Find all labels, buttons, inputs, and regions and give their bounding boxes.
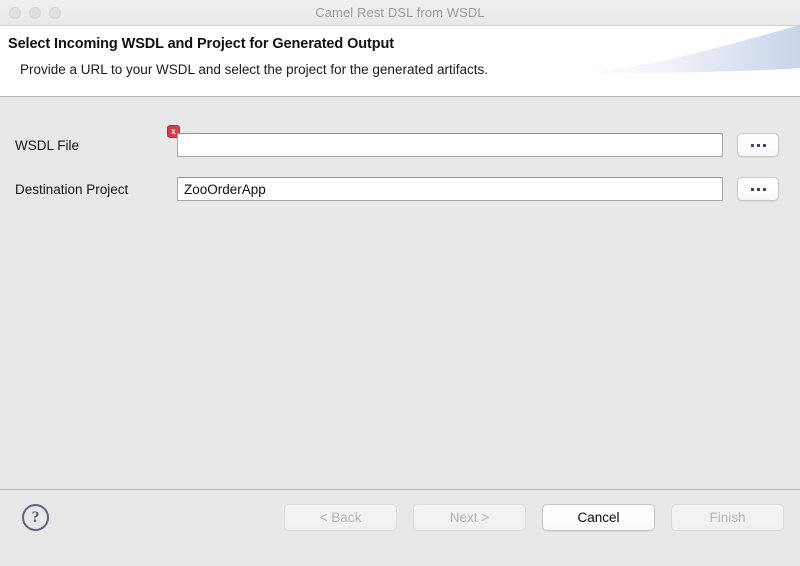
page-subtitle: Provide a URL to your WSDL and select th…: [20, 62, 488, 77]
page-title: Select Incoming WSDL and Project for Gen…: [8, 36, 394, 52]
cancel-button[interactable]: Cancel: [542, 504, 655, 531]
next-button[interactable]: Next >: [413, 504, 526, 531]
wsdl-file-input[interactable]: [177, 133, 723, 157]
window-title: Camel Rest DSL from WSDL: [315, 5, 485, 20]
window-titlebar: Camel Rest DSL from WSDL: [0, 0, 800, 26]
wsdl-file-label: WSDL File: [15, 137, 80, 153]
wsdl-file-browse-button[interactable]: [737, 133, 779, 157]
destination-project-label: Destination Project: [15, 181, 129, 197]
wizard-content: WSDL File x Destination Project: [0, 97, 800, 489]
close-button-icon[interactable]: [9, 6, 21, 19]
finish-button[interactable]: Finish: [671, 504, 784, 531]
wizard-footer: ? < Back Next > Cancel Finish: [0, 489, 800, 566]
ellipsis-dot-icon: [750, 187, 754, 191]
wizard-header: Select Incoming WSDL and Project for Gen…: [0, 26, 800, 97]
window-controls: [9, 0, 61, 25]
ellipsis-dot-icon: [762, 143, 766, 147]
wizard-dialog: Camel Rest DSL from WSDL Select Incoming…: [0, 0, 800, 566]
ellipsis-dot-icon: [756, 143, 760, 147]
wsdl-file-row: WSDL File x: [0, 125, 800, 157]
destination-project-input[interactable]: [177, 177, 723, 201]
help-icon[interactable]: ?: [22, 504, 49, 531]
ellipsis-dot-icon: [750, 143, 754, 147]
ellipsis-dot-icon: [756, 187, 760, 191]
ellipsis-dot-icon: [762, 187, 766, 191]
banner-swoosh-decoration: [570, 26, 800, 73]
destination-project-browse-button[interactable]: [737, 177, 779, 201]
wizard-button-bar: < Back Next > Cancel Finish: [284, 504, 784, 531]
destination-project-row: Destination Project: [0, 177, 800, 201]
back-button[interactable]: < Back: [284, 504, 397, 531]
zoom-button-icon[interactable]: [49, 6, 61, 19]
minimize-button-icon[interactable]: [29, 6, 41, 19]
